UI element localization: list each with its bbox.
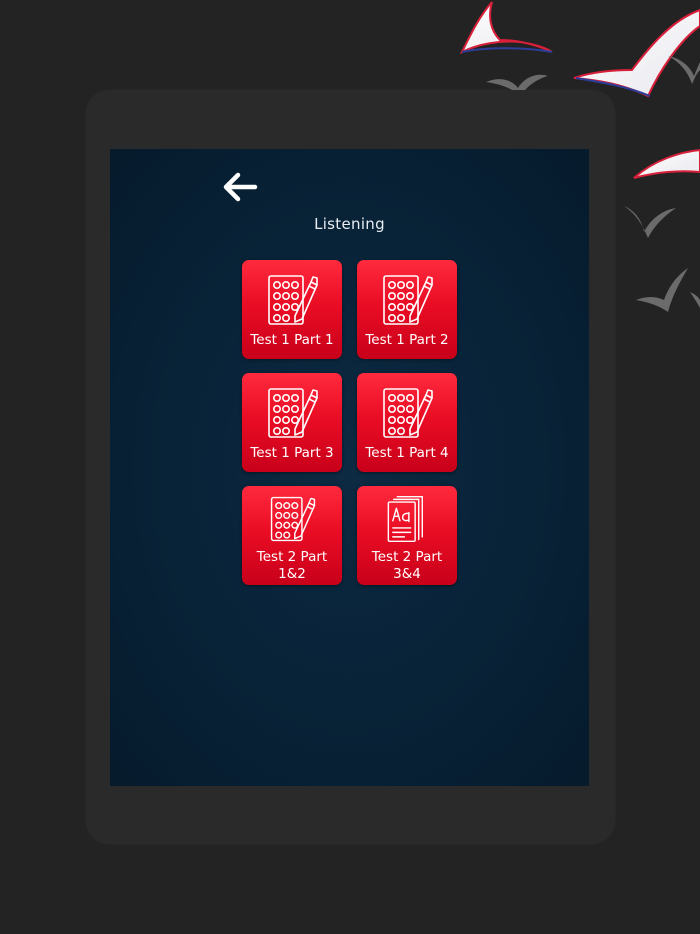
tile-test1-part1[interactable]: Test 1 Part 1: [242, 260, 342, 359]
back-button[interactable]: [220, 169, 260, 205]
arrow-left-icon: [223, 172, 258, 202]
bird-icon: [636, 268, 688, 312]
bird-icon: [668, 56, 700, 84]
test-grid: Test 1 Part 1 Test 1 Part 2 Test 1 Part …: [242, 260, 458, 585]
tile-label: Test 1 Part 2: [365, 332, 449, 348]
tile-test2-part34[interactable]: Test 2 Part 3&4: [357, 486, 457, 585]
bird-icon: [633, 148, 700, 179]
answer-sheet-icon: [383, 275, 433, 325]
tile-label: Test 1 Part 3: [250, 445, 334, 461]
bird-icon: [573, 8, 700, 98]
answer-sheet-icon: [268, 388, 318, 438]
tile-label-line2: 1&2: [278, 566, 306, 582]
tile-test2-part12[interactable]: Test 2 Part 1&2: [242, 486, 342, 585]
tile-test1-part2[interactable]: Test 1 Part 2: [357, 260, 457, 359]
bird-icon: [690, 292, 700, 308]
tile-test1-part4[interactable]: Test 1 Part 4: [357, 373, 457, 472]
tile-label-line1: Test 2 Part: [256, 549, 328, 565]
bird-icon: [459, 1, 553, 55]
tile-label-line2: 3&4: [393, 566, 421, 582]
page-title: Listening: [314, 215, 385, 233]
tile-label: Test 2 Part 3&4: [357, 549, 457, 583]
tile-label: Test 1 Part 4: [365, 445, 449, 461]
app-screen: Listening Test 1 Part 1 Test 1 Part 2 Te…: [110, 149, 589, 786]
tile-label: Test 2 Part 1&2: [242, 549, 342, 583]
answer-sheet-icon: [270, 496, 316, 542]
tile-label: Test 1 Part 1: [250, 332, 334, 348]
tile-label-line1: Test 2 Part: [371, 549, 443, 565]
bird-icon: [624, 206, 676, 238]
books-icon: [387, 495, 423, 543]
tile-test1-part3[interactable]: Test 1 Part 3: [242, 373, 342, 472]
answer-sheet-icon: [383, 388, 433, 438]
answer-sheet-icon: [268, 275, 318, 325]
